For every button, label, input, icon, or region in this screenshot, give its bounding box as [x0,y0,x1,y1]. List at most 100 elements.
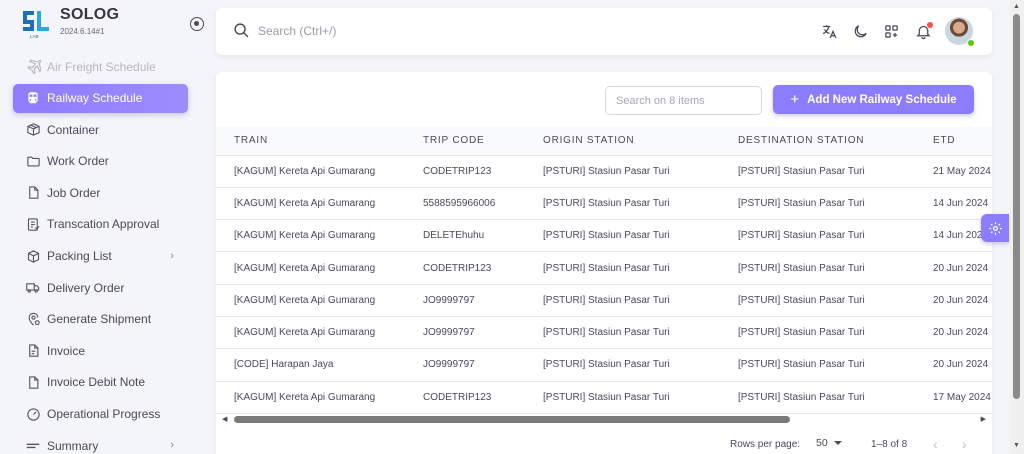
add-button-label: Add New Railway Schedule [807,93,957,106]
bell-icon[interactable] [913,21,933,41]
window-vertical-scrollbar[interactable]: ▲ ▼ [1010,0,1024,454]
cell-destination-station: [PSTURI] Stasiun Pasar Turi [738,197,865,209]
cell-destination-station: [PSTURI] Stasiun Pasar Turi [738,294,865,306]
brand[interactable]: LAB SOLOG 2024.6.14#1 [18,5,204,41]
gauge-icon [25,406,41,422]
sidebar-item-railway-schedule[interactable]: Railway Schedule [13,83,188,113]
folder-icon [25,153,41,169]
cell-train: [CODE] Harapan Jaya [234,359,334,371]
scroll-up-icon[interactable]: ▲ [1013,3,1020,10]
cell-train: [KAGUM] Kereta Api Gumarang [234,391,376,403]
chevron-right-icon: › [170,439,174,452]
package-icon [25,248,41,264]
sidebar-item-operational-progress[interactable]: Operational Progress [13,400,188,429]
cell-origin-station: [PSTURI] Stasiun Pasar Turi [543,391,670,403]
table-row[interactable]: [CODE] Harapan Jaya JO9999797 [PSTURI] S… [216,349,992,382]
cell-destination-station: [PSTURI] Stasiun Pasar Turi [738,165,865,177]
railway-schedule-table: TRAIN TRIP CODE ORIGIN STATION DESTINATI… [216,127,992,414]
sidebar-item-air-freight-schedule[interactable]: Air Freight Schedule [13,52,188,81]
search-icon[interactable] [233,22,250,39]
rows-per-page-select[interactable]: 50 [816,437,842,449]
column-header-trip-code[interactable]: TRIP CODE [423,127,543,155]
cell-trip-code: CODETRIP123 [423,262,492,274]
cell-trip-code: DELETEhuhu [423,230,485,242]
table-header-row: TRAIN TRIP CODE ORIGIN STATION DESTINATI… [216,127,992,155]
cell-etd: 20 Jun 2024 [933,327,989,339]
sidebar-item-invoice-debit-note[interactable]: Invoice Debit Note [13,368,188,397]
table-row[interactable]: [KAGUM] Kereta Api Gumarang CODETRIP123 … [216,381,992,414]
brand-logo-icon: LAB [23,11,49,39]
sidebar-item-label: Delivery Order [47,280,125,295]
table-row[interactable]: [KAGUM] Kereta Api Gumarang CODETRIP123 … [216,252,992,285]
sidebar-item-label: Invoice [47,343,86,358]
table-row[interactable]: [KAGUM] Kereta Api Gumarang JO9999797 [P… [216,284,992,317]
cell-trip-code: JO9999797 [423,359,475,371]
sidebar-item-invoice[interactable]: Invoice [13,336,188,365]
sidebar-item-summary[interactable]: Summary › [13,431,188,454]
sidebar-item-label: Summary [47,438,99,453]
sidebar-item-delivery-order[interactable]: Delivery Order [13,273,188,302]
sidebar-item-label: Invoice Debit Note [47,375,146,390]
cell-train: [KAGUM] Kereta Api Gumarang [234,262,376,274]
scroll-right-icon[interactable]: ▶ [981,415,986,423]
sidebar-item-label: Transcation Approval [47,217,160,232]
scrollbar-thumb[interactable] [1013,14,1020,399]
scroll-down-icon[interactable]: ▼ [1013,442,1020,449]
table-row[interactable]: [KAGUM] Kereta Api Gumarang 558859596600… [216,187,992,220]
sidebar-item-label: Operational Progress [47,407,161,422]
caret-down-icon [833,441,842,445]
search-input[interactable] [258,22,558,40]
column-header-destination-station[interactable]: DESTINATION STATION [738,127,933,155]
invoice-icon [25,343,41,359]
sidebar: LAB SOLOG 2024.6.14#1 Air Freight Schedu… [0,0,204,454]
brand-name: SOLOG [60,6,120,23]
plus-icon: + [790,91,800,108]
sidebar-item-transcation-approval[interactable]: Transcation Approval [13,210,188,239]
sidebar-toggle-icon[interactable] [190,17,204,31]
column-header-etd[interactable]: ETD [933,127,992,155]
cell-origin-station: [PSTURI] Stasiun Pasar Turi [543,262,670,274]
table-row[interactable]: [KAGUM] Kereta Api Gumarang DELETEhuhu [… [216,220,992,252]
scrollbar-thumb[interactable] [234,416,790,423]
scroll-left-icon[interactable]: ◀ [222,415,227,423]
cell-train: [KAGUM] Kereta Api Gumarang [234,165,376,177]
cell-etd: 20 Jun 2024 [933,294,989,306]
column-header-train[interactable]: TRAIN [216,127,423,155]
sidebar-item-job-order[interactable]: Job Order [13,178,188,207]
document-icon [25,374,41,390]
cell-trip-code: JO9999797 [423,294,475,306]
chevron-right-icon: › [170,249,174,262]
cell-origin-station: [PSTURI] Stasiun Pasar Turi [543,294,670,306]
table-row[interactable]: [KAGUM] Kereta Api Gumarang JO9999797 [P… [216,316,992,349]
cell-origin-station: [PSTURI] Stasiun Pasar Turi [543,327,670,339]
sidebar-item-label: Job Order [47,185,101,200]
menu-icon [25,438,41,454]
brand-logo-subtext: LAB [30,34,39,39]
previous-page-icon[interactable]: ‹ [933,436,938,452]
table-search-input[interactable] [605,86,762,115]
cell-trip-code: 5588595966006 [423,197,496,209]
apps-add-icon[interactable] [881,21,901,41]
sidebar-item-label: Container [47,122,100,137]
next-page-icon[interactable]: › [962,436,967,452]
column-header-origin-station[interactable]: ORIGIN STATION [543,127,738,155]
airplane-icon [25,59,41,75]
sidebar-item-container[interactable]: Container [13,115,188,144]
top-header [216,8,992,55]
settings-gear-icon[interactable] [981,214,1009,242]
sidebar-item-generate-shipment[interactable]: Generate Shipment [13,305,188,334]
moon-icon[interactable] [850,21,870,41]
sidebar-item-label: Packing List [47,249,112,264]
horizontal-scrollbar[interactable]: ◀ ▶ [216,412,992,426]
sidebar-item-packing-list[interactable]: Packing List › [13,242,188,271]
railway-schedule-card: + Add New Railway Schedule TRAIN TRIP CO… [216,72,992,454]
add-new-railway-schedule-button[interactable]: + Add New Railway Schedule [773,85,974,114]
cell-destination-station: [PSTURI] Stasiun Pasar Turi [738,230,865,242]
sidebar-item-label: Work Order [47,154,109,169]
checklist-icon [25,216,41,232]
translate-icon[interactable] [819,21,839,41]
cell-origin-station: [PSTURI] Stasiun Pasar Turi [543,197,670,209]
sidebar-item-work-order[interactable]: Work Order [13,147,188,176]
rows-per-page-label: Rows per page: [730,439,801,450]
table-row[interactable]: [KAGUM] Kereta Api Gumarang CODETRIP123 … [216,155,992,188]
